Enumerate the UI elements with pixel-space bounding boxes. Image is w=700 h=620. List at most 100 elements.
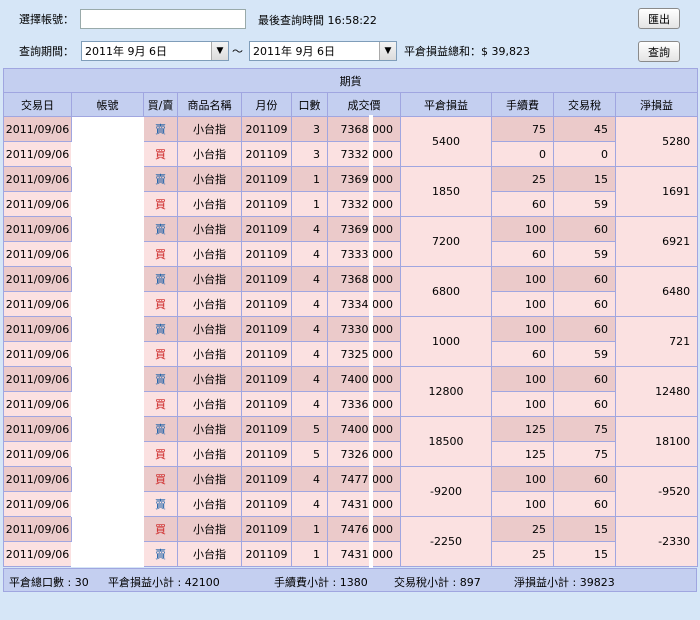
fee-subtotal: 手續費小計 : 1380 — [274, 576, 368, 589]
tax-cell: 60 — [553, 316, 616, 342]
quantity-cell: 4 — [291, 366, 328, 392]
month-cell: 201109 — [241, 341, 292, 367]
chevron-down-icon[interactable]: ▼ — [211, 42, 228, 60]
table-row: 2011/09/06 賣小台指 201109 4 7400.000 12800 100 60 1… — [3, 366, 699, 417]
query-button[interactable]: 查詢 — [638, 41, 680, 62]
net-pnl-cell: -2330 — [614, 516, 699, 567]
table-row: 2011/09/06 賣小台指 201109 3 7368.000 5400 75 45 528… — [3, 116, 699, 167]
fee-cell: 100 — [491, 316, 554, 342]
tax-cell: 0 — [553, 141, 616, 167]
price-cell: 7336.000 — [327, 391, 401, 417]
column-header: 平倉損益 — [400, 92, 492, 117]
product-cell: 小台指 — [177, 216, 242, 242]
trade-date-cell: 2011/09/06 — [3, 466, 72, 492]
tax-cell: 59 — [553, 241, 616, 267]
quantity-cell: 5 — [291, 416, 328, 442]
table-row: 2011/09/06 買小台指 201109 4 7477.000 -9200 100 60-… — [3, 466, 699, 517]
quantity-cell: 5 — [291, 441, 328, 467]
account-cell — [71, 316, 144, 367]
last-query-row: 最後查詢時間 16:58:22 — [258, 8, 377, 32]
month-cell: 201109 — [241, 266, 292, 292]
export-button[interactable]: 匯出 — [638, 8, 680, 29]
futures-table-wrap: 期貨 交易日 帳號 買/賣 商品名稱 月份 口數 成交價 平倉損益 手續費 交易稅 淨損益 2011… — [2, 68, 699, 567]
fee-cell: 0 — [491, 141, 554, 167]
tax-cell: 60 — [553, 266, 616, 292]
price-cell: 7368.000 — [327, 116, 401, 142]
tax-cell: 75 — [553, 441, 616, 467]
tax-cell: 60 — [553, 466, 616, 492]
pnl-subtotal: 平倉損益小計 : 42100 — [108, 576, 220, 589]
table-row: 2011/09/06 賣小台指 201109 1 7369.000 1850 25 15 169… — [3, 166, 699, 217]
fee-cell: 100 — [491, 366, 554, 392]
net-pnl-cell: 12480 — [614, 366, 699, 417]
tilde-row: ～ — [232, 39, 243, 63]
tax-cell: 15 — [553, 166, 616, 192]
tax-cell: 59 — [553, 341, 616, 367]
side-cell: 賣 — [143, 266, 178, 292]
trade-date-cell: 2011/09/06 — [3, 116, 72, 142]
start-date-value: 2011年 9月 6日 — [85, 45, 167, 58]
account-cell — [71, 166, 144, 217]
side-cell: 賣 — [143, 366, 178, 392]
product-cell: 小台指 — [177, 116, 242, 142]
chevron-down-icon[interactable]: ▼ — [379, 42, 396, 60]
price-cell: 7368.000 — [327, 266, 401, 292]
close-pnl-cell: 5400 — [400, 116, 492, 167]
trade-date-cell: 2011/09/06 — [3, 266, 72, 292]
side-cell: 買 — [143, 391, 178, 417]
side-cell: 賣 — [143, 166, 178, 192]
trade-date-cell: 2011/09/06 — [3, 141, 72, 167]
end-date-select[interactable]: 2011年 9月 6日 ▼ — [249, 41, 397, 61]
month-cell: 201109 — [241, 441, 292, 467]
tax-cell: 15 — [553, 541, 616, 567]
tax-cell: 59 — [553, 191, 616, 217]
column-header: 口數 — [291, 92, 328, 117]
trade-date-cell: 2011/09/06 — [3, 416, 72, 442]
close-pnl-cell: 12800 — [400, 366, 492, 417]
month-cell: 201109 — [241, 141, 292, 167]
quantity-cell: 1 — [291, 516, 328, 542]
total-qty: 平倉總口數 : 30 — [9, 576, 89, 589]
account-cell — [71, 266, 144, 317]
account-cell — [71, 366, 144, 417]
tax-cell: 60 — [553, 391, 616, 417]
account-input[interactable] — [80, 9, 246, 29]
close-pnl-cell: 1850 — [400, 166, 492, 217]
net-pnl-cell: 1691 — [614, 166, 699, 217]
close-pnl-cell: -2250 — [400, 516, 492, 567]
trade-date-cell: 2011/09/06 — [3, 491, 72, 517]
product-cell: 小台指 — [177, 166, 242, 192]
quantity-cell: 4 — [291, 266, 328, 292]
column-header: 商品名稱 — [177, 92, 242, 117]
fee-cell: 125 — [491, 441, 554, 467]
net-subtotal: 淨損益小計 : 39823 — [514, 576, 615, 589]
close-pnl-cell: 7200 — [400, 216, 492, 267]
column-header: 淨損益 — [614, 92, 699, 117]
trade-date-cell: 2011/09/06 — [3, 541, 72, 567]
price-cell: 7325.000 — [327, 341, 401, 367]
column-header: 帳號 — [71, 92, 144, 117]
tax-cell: 60 — [553, 491, 616, 517]
table-header-row: 交易日 帳號 買/賣 商品名稱 月份 口數 成交價 平倉損益 手續費 交易稅 淨損益 — [3, 92, 699, 117]
trade-date-cell: 2011/09/06 — [3, 341, 72, 367]
fee-cell: 25 — [491, 541, 554, 567]
account-cell — [71, 216, 144, 267]
column-header: 交易稅 — [553, 92, 616, 117]
price-cell: 7326.000 — [327, 441, 401, 467]
last-query-time: 最後查詢時間 16:58:22 — [258, 14, 377, 27]
start-date-select[interactable]: 2011年 9月 6日 ▼ — [81, 41, 229, 61]
account-cell — [71, 416, 144, 467]
table-row: 2011/09/06 賣小台指 201109 4 7369.000 7200 100 60 69… — [3, 216, 699, 267]
month-cell: 201109 — [241, 191, 292, 217]
table-row: 2011/09/06 買小台指 201109 1 7476.000 -2250 25 15 -2… — [3, 516, 699, 567]
pnl-total: 平倉損益總和：$ 39,823 — [404, 45, 530, 58]
product-cell: 小台指 — [177, 341, 242, 367]
month-cell: 201109 — [241, 241, 292, 267]
trade-date-cell: 2011/09/06 — [3, 241, 72, 267]
trade-date-cell: 2011/09/06 — [3, 191, 72, 217]
price-cell: 7333.000 — [327, 241, 401, 267]
product-cell: 小台指 — [177, 466, 242, 492]
price-cell: 7400.000 — [327, 416, 401, 442]
price-cell: 7431.000 — [327, 541, 401, 567]
table-caption: 期貨 — [2, 68, 699, 93]
